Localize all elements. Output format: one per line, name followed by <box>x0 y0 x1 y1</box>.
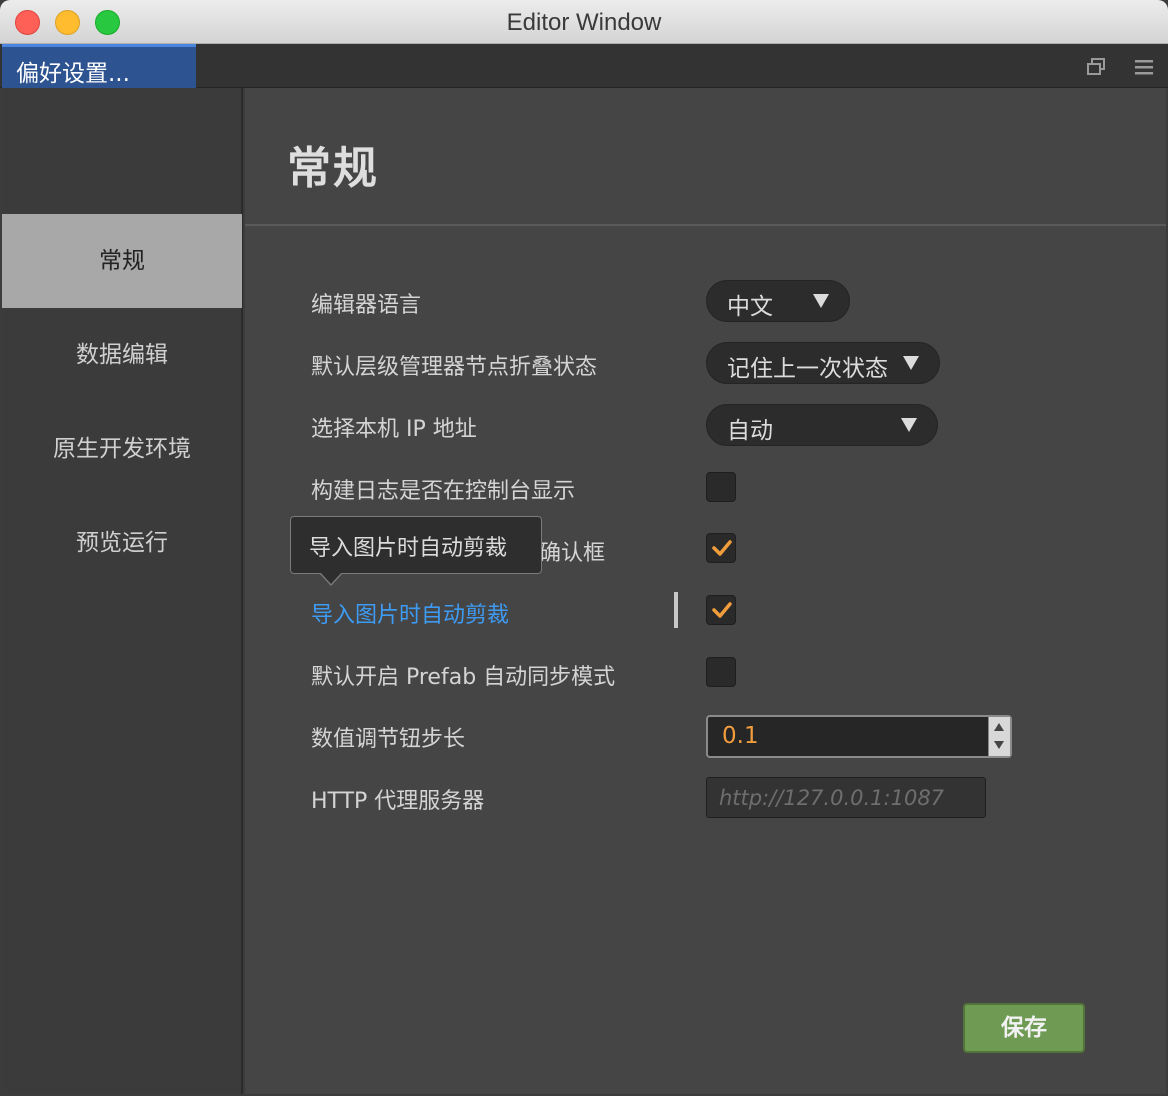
window-title: Editor Window <box>506 9 662 36</box>
preferences-sidebar: 常规 数据编辑 原生开发环境 预览运行 <box>2 88 243 1094</box>
sidebar-item-general[interactable]: 常规 <box>2 214 242 308</box>
setting-label-prefab-sync: 默认开启 Prefab 自动同步模式 <box>311 665 616 690</box>
prefab-sync-checkbox[interactable] <box>706 657 736 687</box>
sidebar-item-preview-run[interactable]: 预览运行 <box>2 496 242 590</box>
panel-tabbar: 偏好设置... <box>0 44 1168 88</box>
title-divider <box>245 224 1166 226</box>
stepper-down-icon[interactable] <box>994 741 1004 749</box>
stepper-up-icon[interactable] <box>994 723 1004 731</box>
step-size-value: 0.1 <box>722 723 759 749</box>
tooltip: 导入图片时自动剪裁 <box>290 516 542 574</box>
hierarchy-fold-select-value: 记住上一次状态 <box>727 356 888 382</box>
language-select[interactable]: 中文 <box>706 280 850 322</box>
sidebar-item-data-editing[interactable]: 数据编辑 <box>2 308 242 402</box>
http-proxy-input[interactable] <box>707 778 985 817</box>
chevron-down-icon <box>901 418 917 432</box>
preferences-main-panel: 常规 编辑器语言 中文 默认层级管理器节点折叠状态 记住上一次状态 选择本机 I… <box>245 88 1166 1094</box>
hamburger-menu-icon[interactable] <box>1133 56 1155 78</box>
setting-label-auto-trim: 导入图片时自动剪裁 <box>311 603 510 628</box>
build-log-checkbox[interactable] <box>706 472 736 502</box>
page-title: 常规 <box>287 143 379 194</box>
language-select-value: 中文 <box>727 294 773 320</box>
http-proxy-field[interactable] <box>706 777 986 818</box>
popout-icon[interactable] <box>1085 56 1107 78</box>
step-size-input[interactable]: 0.1 <box>706 715 1012 758</box>
checkmark-icon <box>712 540 732 556</box>
chevron-down-icon <box>903 356 919 370</box>
ip-address-select[interactable]: 自动 <box>706 404 938 446</box>
setting-label-step-size: 数值调节钮步长 <box>311 727 466 752</box>
focus-indicator <box>674 592 678 628</box>
step-size-stepper[interactable] <box>988 717 1010 756</box>
sidebar-item-native-env[interactable]: 原生开发环境 <box>2 402 242 496</box>
checkmark-icon <box>712 602 732 618</box>
setting-label-ip-address: 选择本机 IP 地址 <box>311 417 477 442</box>
setting-label-build-log: 构建日志是否在控制台显示 <box>311 479 576 504</box>
hierarchy-fold-select[interactable]: 记住上一次状态 <box>706 342 940 384</box>
tab-preferences[interactable]: 偏好设置... <box>2 44 196 88</box>
ip-address-select-value: 自动 <box>727 418 773 444</box>
window-titlebar: Editor Window <box>0 0 1168 44</box>
save-button[interactable]: 保存 <box>963 1003 1085 1053</box>
setting-label-confirm-dialog: 确认框 <box>539 541 606 566</box>
setting-label-hierarchy-fold: 默认层级管理器节点折叠状态 <box>311 355 598 380</box>
auto-trim-checkbox[interactable] <box>706 595 736 625</box>
setting-label-http-proxy: HTTP 代理服务器 <box>311 789 485 814</box>
setting-label-language: 编辑器语言 <box>311 293 422 318</box>
confirm-dialog-checkbox[interactable] <box>706 533 736 563</box>
tooltip-tail <box>319 572 343 586</box>
chevron-down-icon <box>813 294 829 308</box>
